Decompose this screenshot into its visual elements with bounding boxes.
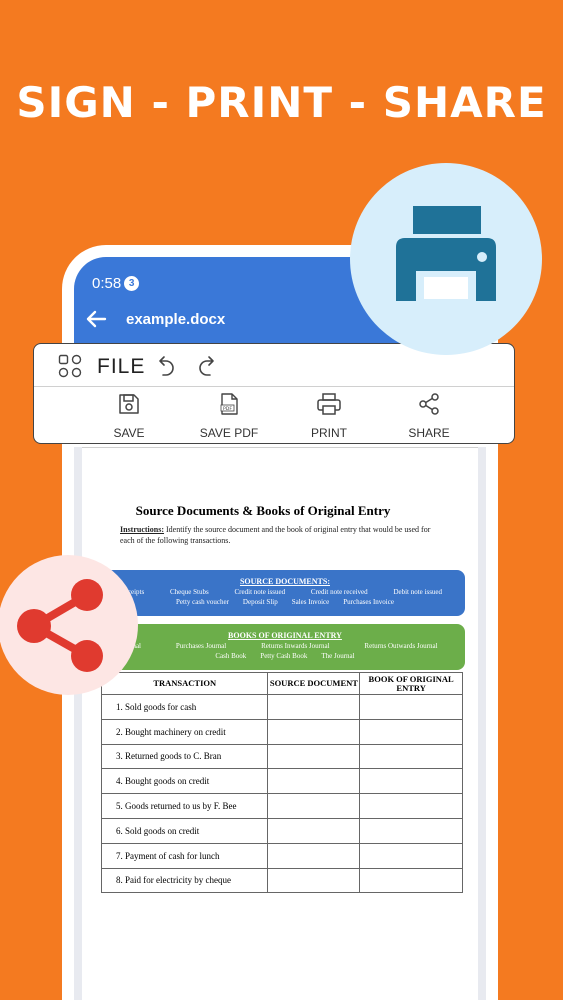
printer-icon bbox=[396, 206, 496, 301]
book-entry-cell[interactable] bbox=[359, 817, 463, 844]
redo-icon[interactable] bbox=[196, 353, 216, 377]
source-document-cell[interactable] bbox=[267, 867, 361, 894]
book-item: Returns Outwards Journal bbox=[364, 642, 438, 650]
source-documents-box: SOURCE DOCUMENTS: ceipts Cheque Stubs Cr… bbox=[105, 570, 465, 616]
file-toolbar: FILE SAVE PDF SAVE PDF PRINT SHARE bbox=[33, 343, 515, 444]
save-label: SAVE bbox=[113, 426, 145, 440]
book-entry-cell[interactable] bbox=[359, 793, 463, 819]
book-item: The Journal bbox=[321, 652, 355, 660]
headline: SIGN - PRINT - SHARE bbox=[16, 78, 547, 127]
source-document-cell[interactable] bbox=[267, 793, 361, 819]
toolbar-divider bbox=[34, 386, 514, 387]
status-time: 0:58 bbox=[92, 275, 122, 292]
save-icon bbox=[119, 394, 139, 414]
source-item: Debit note issued bbox=[393, 588, 443, 596]
table-row: 8. Paid for electricity by cheque bbox=[100, 867, 463, 894]
instructions-text: Identify the source document and the boo… bbox=[120, 525, 431, 545]
instructions-label: Instructions: bbox=[120, 525, 165, 534]
grid-icon[interactable] bbox=[58, 354, 82, 378]
book-entry-cell[interactable] bbox=[359, 842, 463, 869]
source-document-cell[interactable] bbox=[267, 768, 361, 795]
share-icon bbox=[419, 393, 439, 415]
share-icon bbox=[17, 579, 103, 672]
source-documents-row: ceipts Cheque Stubs Credit note issued C… bbox=[105, 586, 465, 596]
notification-badge: 3 bbox=[124, 276, 140, 291]
source-document-cell[interactable] bbox=[267, 817, 361, 844]
table-row: 2. Bought machinery on credit bbox=[100, 718, 463, 745]
transaction-cell: 7. Payment of cash for lunch bbox=[100, 842, 269, 869]
print-button[interactable]: PRINT bbox=[289, 392, 369, 442]
table-row: 4. Bought goods on credit bbox=[100, 768, 463, 795]
source-item: Purchases Invoice bbox=[343, 598, 394, 606]
book-entry-cell[interactable] bbox=[359, 718, 463, 745]
undo-icon[interactable] bbox=[157, 353, 177, 377]
transaction-cell: 3. Returned goods to C. Bran bbox=[100, 743, 269, 770]
transaction-cell: 8. Paid for electricity by cheque bbox=[100, 867, 269, 894]
print-label: PRINT bbox=[311, 426, 347, 440]
source-document-cell[interactable] bbox=[267, 718, 361, 745]
source-item: Cheque Stubs bbox=[170, 588, 209, 596]
source-documents-row: Petty cash voucher Deposit Slip Sales In… bbox=[105, 596, 465, 606]
save-button[interactable]: SAVE bbox=[89, 392, 169, 442]
column-header: BOOK OF ORIGINAL ENTRY bbox=[359, 672, 463, 695]
books-row: nal Purchases Journal Returns Inwards Jo… bbox=[105, 640, 465, 650]
transaction-cell: 5. Goods returned to us by F. Bee bbox=[100, 793, 269, 819]
book-entry-cell[interactable] bbox=[359, 867, 463, 894]
save-pdf-label: SAVE PDF bbox=[199, 426, 259, 440]
book-entry-cell[interactable] bbox=[359, 743, 463, 770]
page-gutter-right bbox=[478, 447, 486, 1000]
table-row: 3. Returned goods to C. Bran bbox=[100, 743, 463, 770]
source-documents-title: SOURCE DOCUMENTS: bbox=[239, 577, 330, 586]
pdf-icon: PDF bbox=[220, 393, 238, 415]
table-header-row: TRANSACTION SOURCE DOCUMENT BOOK OF ORIG… bbox=[100, 672, 463, 695]
transaction-cell: 6. Sold goods on credit bbox=[100, 817, 269, 844]
transactions-table: TRANSACTION SOURCE DOCUMENT BOOK OF ORIG… bbox=[100, 672, 463, 894]
share-button[interactable]: SHARE bbox=[389, 392, 469, 442]
transaction-cell: 1. Sold goods for cash bbox=[100, 694, 269, 720]
table-row: 7. Payment of cash for lunch bbox=[100, 842, 463, 869]
source-document-cell[interactable] bbox=[267, 842, 361, 869]
printer-icon bbox=[317, 393, 341, 415]
page-edge bbox=[82, 447, 478, 448]
book-item: Purchases Journal bbox=[175, 642, 227, 650]
book-entry-cell[interactable] bbox=[359, 768, 463, 795]
svg-text:PDF: PDF bbox=[223, 406, 232, 412]
source-document-cell[interactable] bbox=[267, 694, 361, 720]
source-document-cell[interactable] bbox=[267, 743, 361, 770]
book-item: Petty Cash Book bbox=[260, 652, 308, 660]
books-title: BOOKS OF ORIGINAL ENTRY bbox=[228, 631, 342, 640]
back-arrow-icon[interactable] bbox=[84, 307, 108, 331]
table-row: 6. Sold goods on credit bbox=[100, 817, 463, 844]
books-of-original-entry-box: BOOKS OF ORIGINAL ENTRY nal Purchases Jo… bbox=[105, 624, 465, 670]
save-pdf-button[interactable]: PDF SAVE PDF bbox=[189, 392, 269, 442]
share-bubble bbox=[0, 555, 138, 695]
print-bubble bbox=[350, 163, 542, 355]
status-bar: 0:58 3 bbox=[92, 275, 140, 292]
source-item: Petty cash voucher bbox=[176, 598, 229, 606]
document-instructions: Instructions: Identify the source docume… bbox=[120, 524, 446, 546]
document-title: example.docx bbox=[126, 311, 226, 328]
source-item: Deposit Slip bbox=[242, 598, 278, 606]
transaction-cell: 4. Bought goods on credit bbox=[100, 768, 269, 795]
page-gutter-left bbox=[74, 447, 82, 1000]
source-item: Credit note issued bbox=[234, 588, 286, 596]
column-header: SOURCE DOCUMENT bbox=[267, 672, 361, 695]
share-label: SHARE bbox=[408, 426, 450, 440]
table-row: 5. Goods returned to us by F. Bee bbox=[100, 793, 463, 819]
file-menu-label[interactable]: FILE bbox=[97, 355, 145, 379]
table-row: 1. Sold goods for cash bbox=[100, 694, 463, 720]
books-row: Cash Book Petty Cash Book The Journal bbox=[105, 650, 465, 660]
document-heading: Source Documents & Books of Original Ent… bbox=[135, 503, 391, 518]
book-item: Returns Inwards Journal bbox=[261, 642, 330, 650]
source-item: Credit note received bbox=[310, 588, 368, 596]
book-item: Cash Book bbox=[215, 652, 247, 660]
transaction-cell: 2. Bought machinery on credit bbox=[100, 718, 269, 745]
source-item: Sales Invoice bbox=[291, 598, 330, 606]
book-entry-cell[interactable] bbox=[359, 694, 463, 720]
